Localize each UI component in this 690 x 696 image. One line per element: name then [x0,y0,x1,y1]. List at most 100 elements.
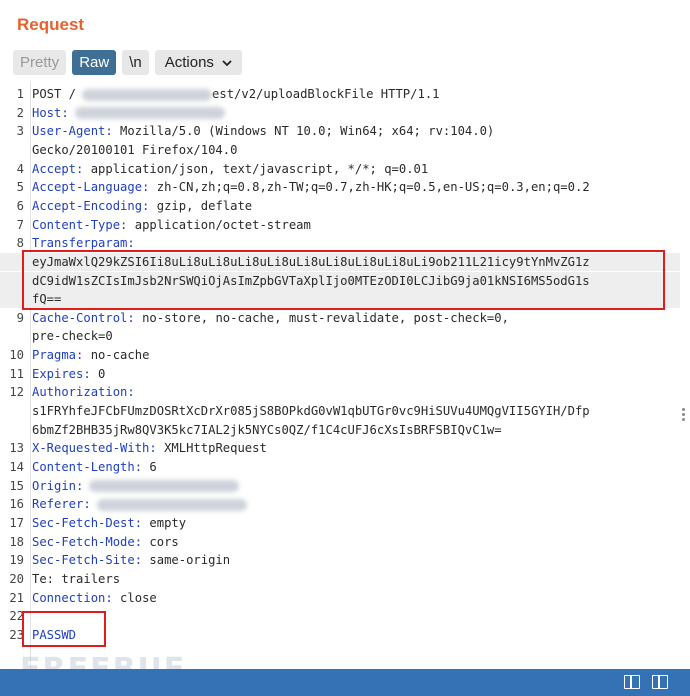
redacted-text [82,88,213,101]
newline-toggle-button[interactable]: \n [122,50,149,75]
request-line: 21 Connection: close [0,589,680,607]
line-content: Te: trailers [32,570,120,588]
redacted-text [96,498,247,511]
panel-title: Request [17,15,85,34]
line-content: Expires: 0 [32,365,105,383]
header-value: gzip, deflate [149,198,253,213]
raw-request-editor[interactable]: 1 POST / est/v2/uploadBlockFile HTTP/1.1 2 H… [0,82,690,669]
line-number: 12 [9,385,24,400]
request-line: 20 Te: trailers [0,570,680,588]
status-bar [0,669,690,696]
header-name: Sec-Fetch-Dest: [32,515,143,530]
line-content: X-Requested-With: XMLHttpRequest [32,439,267,457]
header-value: 0 [90,366,106,381]
header-value: Gecko/20100101 Firefox/104.0 [32,142,238,157]
body-highlight-box [22,611,106,647]
header-value: cors [142,534,179,549]
scrollbar-grip[interactable] [682,408,686,423]
request-line: 10 Pragma: no-cache [0,346,680,364]
header-value: empty [142,515,187,530]
actions-dropdown[interactable]: Actions [154,50,242,75]
request-line: pre-check=0 [0,327,680,345]
request-line: 13 X-Requested-With: XMLHttpRequest [0,439,680,457]
request-line: 5 Accept-Language: zh-CN,zh;q=0.8,zh-TW;q… [0,178,680,196]
request-line: 16 Referer: [0,495,680,513]
header-value: zh-CN,zh;q=0.8,zh-TW;q=0.7,zh-HK;q=0.5,e… [149,180,590,195]
line-number: 20 [9,571,24,586]
line-content: Accept-Encoding: gzip, deflate [32,197,252,215]
line-content: Sec-Fetch-Site: same-origin [32,551,230,569]
request-line: Gecko/20100101 Firefox/104.0 [0,141,680,159]
line-content: User-Agent: Mozilla/5.0 (Windows NT 10.0… [32,122,494,140]
split-view-icon[interactable] [652,675,668,689]
header-value: pre-check=0 [32,329,113,344]
line-number: 8 [16,236,24,251]
header-name: Host: [32,105,69,120]
request-line: 19 Sec-Fetch-Site: same-origin [0,551,680,569]
request-line: 15 Origin: [0,477,680,495]
chevron-down-icon [222,59,232,66]
line-content: Content-Length: 6 [32,458,157,476]
header-name: User-Agent: [32,124,113,139]
request-line: 3 User-Agent: Mozilla/5.0 (Windows NT 10.… [0,122,680,140]
header-name: Sec-Fetch-Mode: [32,534,143,549]
request-line: 11 Expires: 0 [0,365,680,383]
line-content: Content-Type: application/octet-stream [32,216,311,234]
header-name: Accept-Encoding: [32,198,150,213]
line-number: 11 [9,366,24,381]
header-name: Origin: [32,478,84,493]
line-number: 6 [16,198,24,213]
header-value: 6bmZf2BHB35jRw8QV3K5kc7IAL2jk5NYCs0QZ/f1… [32,422,502,437]
layout-panel-icon[interactable] [624,675,640,689]
line-number: 18 [9,534,24,549]
line-content: Accept: application/json, text/javascrip… [32,160,428,178]
header-value: same-origin [142,553,231,568]
header-name: Accept: [32,161,84,176]
header-name: Pragma: [32,348,84,363]
header-name: Referer: [32,497,91,512]
line-number: 4 [16,161,24,176]
header-name: Accept-Language: [32,180,150,195]
header-value: application/json, text/javascript, */*; … [83,161,429,176]
request-line: 17 Sec-Fetch-Dest: empty [0,514,680,532]
header-name: Content-Type: [32,217,128,232]
header-name: Content-Length: [32,460,143,474]
header-name: X-Requested-With: [32,441,157,456]
raw-tab[interactable]: Raw [72,50,117,75]
transferparam-highlight-box [22,250,665,310]
pretty-tab[interactable]: Pretty [13,50,67,75]
line-content: Authorization: [32,383,135,401]
line-content: Sec-Fetch-Dest: empty [32,514,186,532]
line-content: 6bmZf2BHB35jRw8QV3K5kc7IAL2jk5NYCs0QZ/f1… [32,421,502,439]
request-line: s1FRYhfeJFCbFUmzDOSRtXcDrXr085jS8BOPkdG0… [0,402,680,420]
header-value: no-cache [83,348,150,363]
header-name: Transferparam: [32,236,135,251]
header-name: Sec-Fetch-Site: [32,553,143,568]
actions-label: Actions [164,54,214,71]
line-content: Host: [32,104,225,122]
request-path-tail: est/v2/uploadBlockFile HTTP/1.1 [212,87,440,101]
request-line: 1 POST / est/v2/uploadBlockFile HTTP/1.1 [0,85,680,103]
request-line: 18 Sec-Fetch-Mode: cors [0,533,680,551]
line-number: 19 [9,553,24,568]
header-value: s1FRYhfeJFCbFUmzDOSRtXcDrXr085jS8BOPkdG0… [32,404,590,419]
header-value: POST / [32,87,77,101]
line-content: Referer: [32,495,247,513]
line-number: 5 [16,180,24,195]
request-line: 14 Content-Length: 6 [0,458,680,476]
line-number: 2 [16,105,24,120]
line-number: 14 [9,460,24,474]
request-line: 6bmZf2BHB35jRw8QV3K5kc7IAL2jk5NYCs0QZ/f1… [0,421,680,439]
line-number: 22 [9,609,24,624]
request-line: 2 Host: [0,104,680,122]
line-number: 10 [9,348,24,363]
header-value: close [112,590,157,605]
line-number: 1 [16,87,24,101]
header-value: XMLHttpRequest [156,441,267,456]
line-number: 13 [9,441,24,456]
line-content: Pragma: no-cache [32,346,149,364]
line-content: Origin: [32,477,240,495]
header-value: Te: trailers [32,571,121,586]
request-line: 12 Authorization: [0,383,680,401]
line-content: Cache-Control: no-store, no-cache, must-… [32,309,509,327]
